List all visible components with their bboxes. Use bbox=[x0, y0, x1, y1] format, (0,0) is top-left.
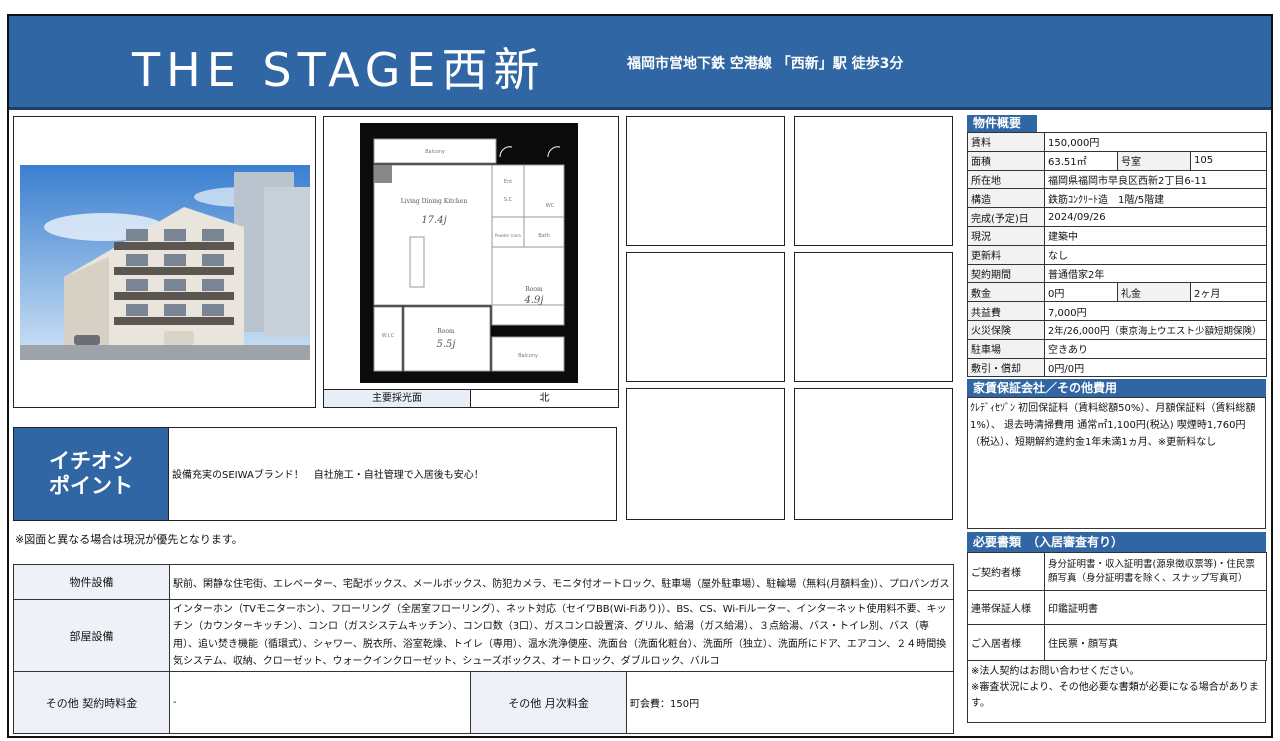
floorplan-powder: Powder room bbox=[495, 233, 521, 238]
deposit-value: 0円 bbox=[1044, 282, 1118, 303]
building-photo-frame bbox=[13, 116, 316, 408]
station-access: 福岡市営地下鉄 空港線 「西新」駅 徒歩3分 bbox=[627, 56, 904, 72]
highlight-label-box: イチオシ ポイント bbox=[13, 427, 169, 521]
highlight-text: 設備充実のSEIWAブランド！ 自社施工・自社管理で入居後も安心！ bbox=[172, 470, 484, 481]
light-value: 北 bbox=[539, 393, 550, 404]
photo-slot-5 bbox=[626, 388, 785, 520]
building-facilities-label: 物件設備 bbox=[13, 564, 170, 600]
address-label: 所在地 bbox=[967, 169, 1045, 190]
floorplan-sc: S.C bbox=[504, 197, 513, 203]
completion-label: 完成(予定)日 bbox=[967, 207, 1045, 227]
summary-panel: 物件概要 賃料 150,000円 面積 63.51㎡ 号室 105 所在地 福岡県福岡市早… bbox=[967, 115, 1267, 724]
highlight-text-box: 設備充実のSEIWAブランド！ 自社施工・自社管理で入居後も安心！ bbox=[168, 427, 617, 521]
room-facilities-cell: インターホン（TVモニターホン）、フローリング（全居室フローリング）、ネット対応… bbox=[169, 599, 954, 672]
other-contract-fee-value: - bbox=[169, 671, 471, 734]
renewal-label: 更新料 bbox=[967, 244, 1045, 265]
floorplan-image: Living Dining Kitchen 17.4j Room 4.9j Ro… bbox=[360, 123, 578, 383]
photo-slot-2 bbox=[794, 116, 953, 246]
contract-label: 契約期間 bbox=[967, 263, 1045, 284]
building-photo bbox=[20, 165, 310, 360]
room-no-value: 105 bbox=[1190, 150, 1267, 171]
docs-guarantor-label: 連帯保証人様 bbox=[967, 590, 1045, 626]
floorplan-room1-size: 4.9j bbox=[523, 295, 543, 306]
common-fee-value: 7,000円 bbox=[1044, 301, 1267, 321]
floorplan-room2-size: 5.5j bbox=[436, 339, 455, 350]
deposit-label: 敷金 bbox=[967, 282, 1045, 303]
summary-heading: 物件概要 bbox=[967, 115, 1037, 132]
flyer-page: THE STAGE西新 福岡市営地下鉄 空港線 「西新」駅 徒歩3分 Livin… bbox=[7, 14, 1273, 738]
floorplan-frame: Living Dining Kitchen 17.4j Room 4.9j Ro… bbox=[323, 116, 619, 390]
guarantee-box: ｸﾚﾃﾞｨｾｿﾞﾝ 初回保証料（賃料総額50%）、月額保証料（賃料総額1%）、 … bbox=[967, 397, 1266, 530]
status-label: 現況 bbox=[967, 225, 1045, 246]
floorplan-wc: WC bbox=[546, 203, 555, 209]
floorplan-room1-label: Room bbox=[525, 286, 543, 293]
area-label: 面積 bbox=[967, 150, 1045, 171]
light-value-cell: 北 bbox=[470, 389, 619, 408]
other-monthly-fee-label: その他 月次料金 bbox=[470, 671, 627, 734]
room-facilities-label: 部屋設備 bbox=[13, 599, 170, 672]
photo-slot-4 bbox=[794, 252, 953, 382]
room-facilities-value: インターホン（TVモニターホン）、フローリング（全居室フローリング）、ネット対応… bbox=[173, 603, 947, 668]
highlight-label-line2: ポイント bbox=[49, 474, 133, 498]
docs-contractor-value: 身分証明書・収入証明書(源泉徴収票等)・住民票顔写真（身分証明書を除く、スナップ… bbox=[1044, 552, 1267, 592]
other-contract-fee-label: その他 契約時料金 bbox=[13, 671, 170, 734]
fire-ins-value: 2年/26,000円（東京海上ウエスト少額短期保険） bbox=[1044, 319, 1267, 340]
common-fee-label: 共益費 bbox=[967, 301, 1045, 321]
structure-value: 鉄筋ｺﾝｸﾘｰﾄ造 1階/5階建 bbox=[1044, 188, 1267, 209]
plan-note: ※図面と異なる場合は現況が優先となります。 bbox=[15, 533, 243, 546]
other-monthly-fee-value: 町会費：150円 bbox=[626, 671, 954, 734]
docs-heading: 必要書類 （入居審査有り） bbox=[967, 532, 1266, 553]
summary-table: 賃料 150,000円 面積 63.51㎡ 号室 105 所在地 福岡県福岡市早良区西新2… bbox=[967, 132, 1267, 378]
photo-slot-3 bbox=[626, 252, 785, 382]
contract-value: 普通借家2年 bbox=[1044, 263, 1267, 284]
light-label: 主要採光面 bbox=[372, 393, 422, 404]
status-value: 建築中 bbox=[1044, 225, 1267, 246]
deduction-value: 0円/0円 bbox=[1044, 357, 1267, 378]
header-banner: THE STAGE西新 福岡市営地下鉄 空港線 「西新」駅 徒歩3分 bbox=[9, 16, 1271, 110]
property-title: THE STAGE西新 bbox=[132, 43, 546, 97]
fire-ins-label: 火災保険 bbox=[967, 319, 1045, 340]
photo-slot-1 bbox=[626, 116, 785, 246]
docs-note: ※法人契約はお問い合わせください。 ※審査状況により、その他必要な書類が必要にな… bbox=[971, 666, 1259, 710]
rent-label: 賃料 bbox=[967, 132, 1045, 152]
area-value: 63.51㎡ bbox=[1044, 150, 1118, 171]
photo-slot-6 bbox=[794, 388, 953, 520]
floorplan-wic: W.I.C bbox=[382, 333, 395, 339]
light-label-cell: 主要採光面 bbox=[323, 389, 471, 408]
parking-value: 空きあり bbox=[1044, 338, 1267, 359]
room-no-label: 号室 bbox=[1117, 150, 1191, 171]
docs-resident-label: ご入居者様 bbox=[967, 624, 1045, 662]
address-value: 福岡県福岡市早良区西新2丁目6-11 bbox=[1044, 169, 1267, 190]
completion-value: 2024/09/26 bbox=[1044, 207, 1267, 227]
floorplan-ldk-label: Living Dining Kitchen bbox=[401, 198, 468, 205]
key-money-label: 礼金 bbox=[1117, 282, 1191, 303]
docs-note-box: ※法人契約はお問い合わせください。 ※審査状況により、その他必要な書類が必要にな… bbox=[967, 661, 1266, 724]
floorplan-ldk-size: 17.4j bbox=[421, 215, 446, 226]
floorplan-bath: Bath bbox=[538, 233, 550, 239]
facilities-table: 物件設備 駅前、閑静な住宅街、エレベーター、宅配ボックス、メールボックス、防犯カ… bbox=[13, 564, 954, 734]
floorplan-balcony-bottom: Balcony bbox=[518, 353, 538, 359]
docs-contractor-label: ご契約者様 bbox=[967, 552, 1045, 592]
floorplan-room2-label: Room bbox=[437, 328, 455, 335]
key-money-value: 2ヶ月 bbox=[1190, 282, 1267, 303]
highlight-label-line1: イチオシ bbox=[49, 449, 133, 473]
rent-value: 150,000円 bbox=[1044, 132, 1267, 152]
building-facilities-value: 駅前、閑静な住宅街、エレベーター、宅配ボックス、メールボックス、防犯カメラ、モニ… bbox=[169, 564, 954, 600]
floorplan-balcony-top: Balcony bbox=[425, 149, 445, 155]
renewal-value: なし bbox=[1044, 244, 1267, 265]
structure-label: 構造 bbox=[967, 188, 1045, 209]
docs-table: ご契約者様 身分証明書・収入証明書(源泉徴収票等)・住民票顔写真（身分証明書を除く… bbox=[967, 552, 1267, 662]
floorplan-ent: Ent bbox=[504, 179, 512, 185]
docs-resident-value: 住民票・顔写真 bbox=[1044, 624, 1267, 662]
docs-guarantor-value: 印鑑証明書 bbox=[1044, 590, 1267, 626]
guarantee-text: ｸﾚﾃﾞｨｾｿﾞﾝ 初回保証料（賃料総額50%）、月額保証料（賃料総額1%）、 … bbox=[970, 403, 1256, 449]
deduction-label: 敷引・償却 bbox=[967, 357, 1045, 378]
guarantee-heading: 家賃保証会社／その他費用 bbox=[967, 379, 1266, 398]
parking-label: 駐車場 bbox=[967, 338, 1045, 359]
